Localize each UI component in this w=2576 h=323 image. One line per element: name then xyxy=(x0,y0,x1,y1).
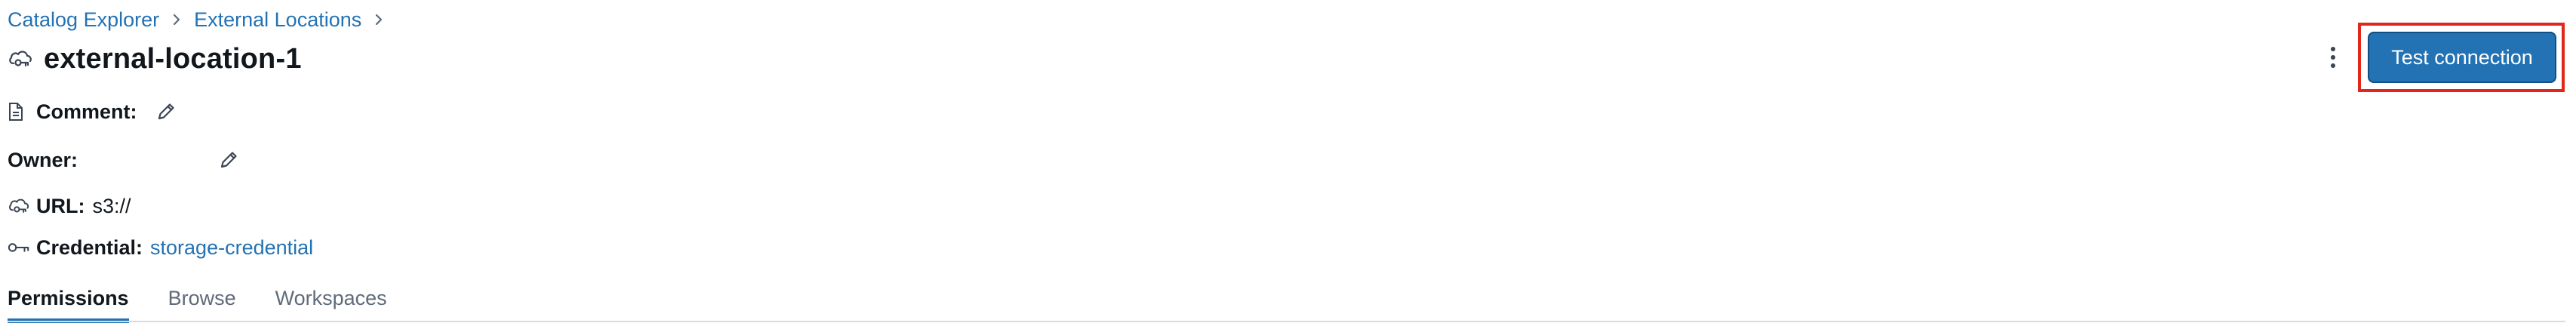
document-icon xyxy=(8,100,30,123)
cloud-key-icon xyxy=(8,195,30,217)
chevron-right-icon xyxy=(373,12,384,27)
credential-link[interactable]: storage-credential xyxy=(150,236,313,260)
breadcrumb: Catalog Explorer External Locations xyxy=(8,5,396,35)
breadcrumb-catalog-explorer[interactable]: Catalog Explorer xyxy=(8,8,159,32)
key-icon xyxy=(8,236,30,259)
url-value: s3:// xyxy=(92,194,131,217)
comment-row: Comment: xyxy=(8,97,180,127)
cloud-key-icon xyxy=(8,48,33,70)
url-row: URL: s3:// xyxy=(8,191,131,221)
test-connection-button[interactable]: Test connection xyxy=(2368,32,2556,83)
edit-owner-pencil-icon[interactable] xyxy=(215,146,242,174)
tab-browse[interactable]: Browse xyxy=(168,282,236,323)
owner-row: Owner: xyxy=(8,145,242,175)
tab-workspaces[interactable]: Workspaces xyxy=(275,282,387,323)
tab-permissions[interactable]: Permissions xyxy=(8,282,129,323)
url-label: URL: xyxy=(36,194,85,217)
credential-label: Credential: xyxy=(36,235,143,259)
comment-label: Comment: xyxy=(36,100,137,123)
page-title: external-location-1 xyxy=(44,42,302,75)
owner-label: Owner: xyxy=(8,148,78,171)
breadcrumb-external-locations[interactable]: External Locations xyxy=(194,8,361,32)
credential-row: Credential: storage-credential xyxy=(8,232,313,263)
chevron-right-icon xyxy=(171,12,182,27)
page-header: external-location-1 xyxy=(8,38,302,80)
tabs-divider xyxy=(8,321,2565,322)
more-actions-kebab-icon[interactable] xyxy=(2322,42,2344,72)
edit-comment-pencil-icon[interactable] xyxy=(152,98,180,125)
tab-bar: Permissions Browse Workspaces xyxy=(8,282,426,323)
